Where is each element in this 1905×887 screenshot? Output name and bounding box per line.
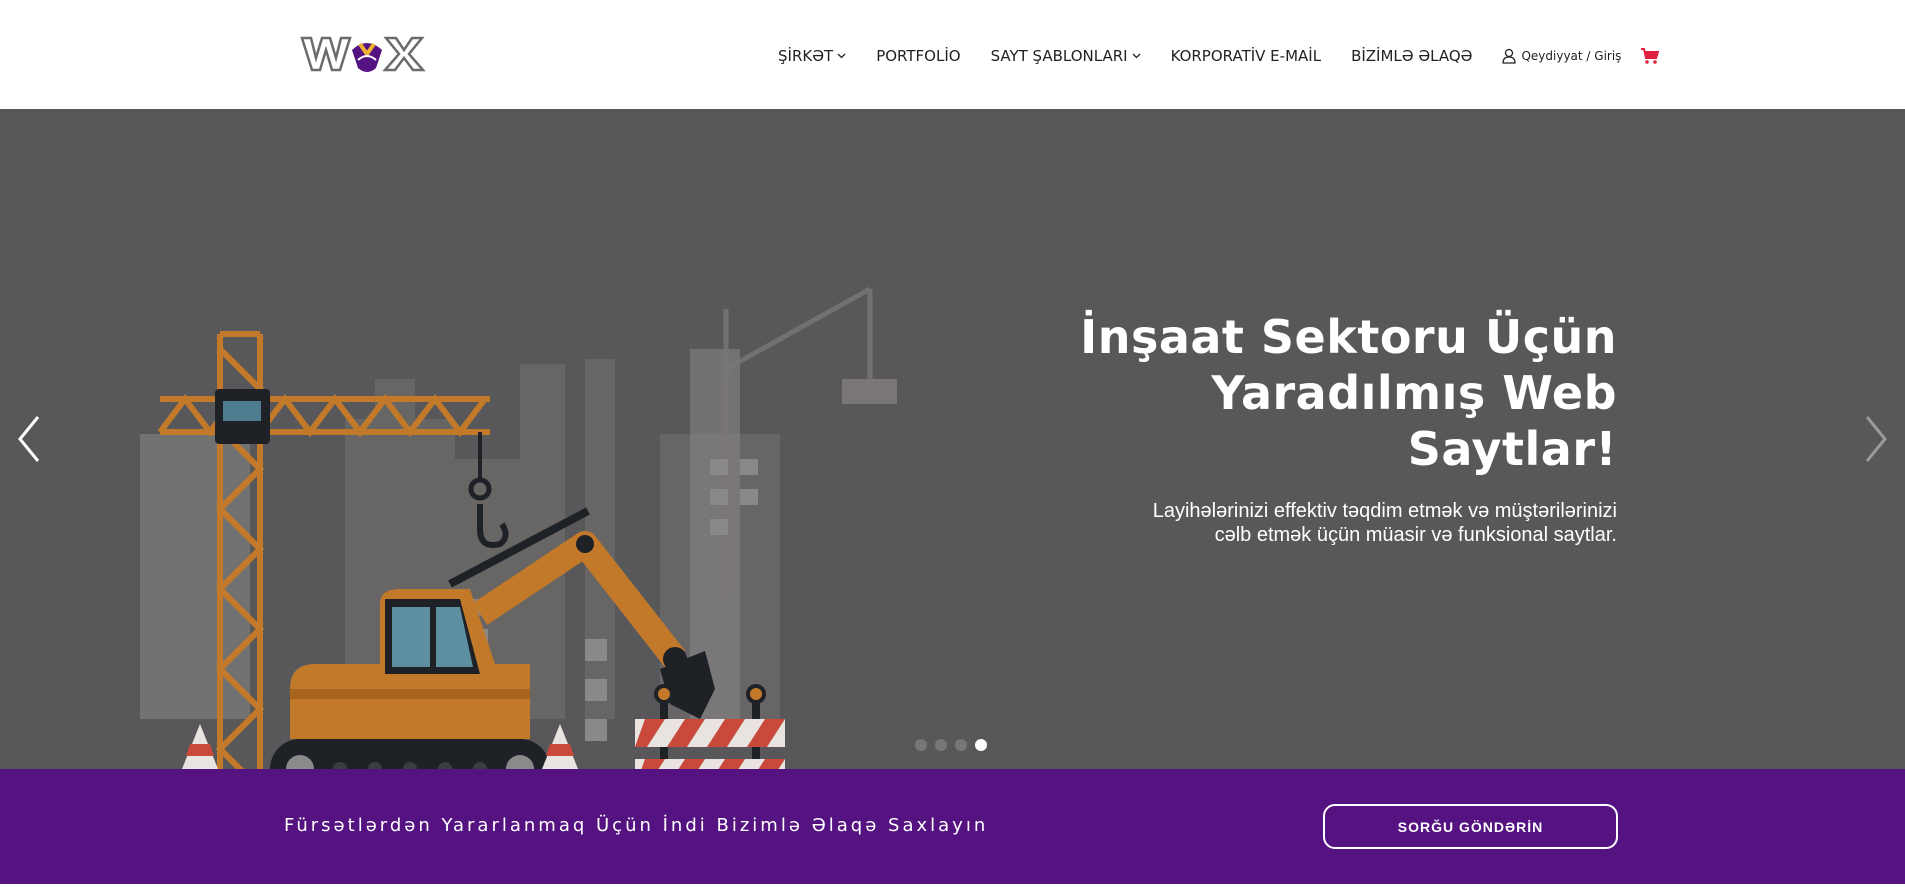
hero-caption: İnşaat Sektoru Üçün Yaradılmış Web Saytl…	[1057, 309, 1617, 547]
slider-dot[interactable]	[915, 739, 927, 751]
hero-subtitle-line: cəlb etmək üçün müasir və funksional say…	[1214, 524, 1617, 546]
chevron-right-icon	[1865, 416, 1887, 462]
cta-band: Fürsətlərdən Yararlanmaq Üçün İndi Bizim…	[0, 769, 1905, 884]
logo-icon	[300, 36, 426, 72]
login-link[interactable]: Qeydiyyat / Giriş	[1502, 48, 1621, 64]
nav-item-contact[interactable]: BİZİMLƏ ƏLAQƏ	[1351, 47, 1472, 65]
hero-title-line: Yaradılmış Web	[1211, 366, 1617, 420]
construction-illustration	[140, 286, 897, 769]
nav-item-label: KORPORATİV E-MAİL	[1170, 47, 1322, 65]
hero-subtitle: Layihələrinizi effektiv təqdim etmək və …	[1057, 499, 1617, 547]
slider-dot-active[interactable]	[975, 739, 987, 751]
slider-dots	[915, 739, 995, 751]
nav-item-portfolio[interactable]: PORTFOLİO	[876, 47, 960, 65]
brand-logo[interactable]	[300, 30, 434, 78]
nav-item-label: SAYT ŞABLONLARI	[990, 47, 1128, 65]
nav-item-templates[interactable]: SAYT ŞABLONLARI	[991, 47, 1141, 65]
nav-item-label: PORTFOLİO	[876, 47, 961, 65]
slider-prev-button[interactable]	[8, 409, 48, 469]
user-icon	[1502, 48, 1517, 64]
hero-title: İnşaat Sektoru Üçün Yaradılmış Web Saytl…	[1057, 309, 1617, 477]
nav-item-corporate-email[interactable]: KORPORATİV E-MAİL	[1171, 47, 1322, 65]
nav-item-label: BİZİMLƏ ƏLAQƏ	[1351, 47, 1473, 65]
chevron-left-icon	[18, 416, 40, 462]
hero-subtitle-line: Layihələrinizi effektiv təqdim etmək və …	[1152, 500, 1617, 522]
slider-dot[interactable]	[955, 739, 967, 751]
cta-text: Fürsətlərdən Yararlanmaq Üçün İndi Bizim…	[284, 815, 989, 836]
cart-button[interactable]	[1641, 47, 1660, 65]
chevron-down-icon	[837, 51, 846, 62]
login-label: Qeydiyyat / Giriş	[1521, 49, 1622, 63]
nav-item-label: ŞİRKƏT	[778, 47, 834, 65]
chevron-down-icon	[1132, 51, 1141, 62]
hero-title-line: İnşaat Sektoru Üçün	[1080, 310, 1617, 364]
send-inquiry-button[interactable]: SORĞU GÖNDƏRİN	[1323, 804, 1618, 849]
hero-title-line: Saytlar!	[1407, 422, 1617, 476]
cart-icon	[1641, 47, 1660, 64]
site-header: ŞİRKƏT PORTFOLİO SAYT ŞABLONLARI KORPORA…	[0, 0, 1905, 109]
slider-next-button[interactable]	[1857, 409, 1897, 469]
slider-dot[interactable]	[935, 739, 947, 751]
main-nav: ŞİRKƏT PORTFOLİO SAYT ŞABLONLARI KORPORA…	[778, 46, 1660, 66]
nav-item-company[interactable]: ŞİRKƏT	[778, 47, 846, 65]
hero-slider: İnşaat Sektoru Üçün Yaradılmış Web Saytl…	[0, 109, 1905, 769]
